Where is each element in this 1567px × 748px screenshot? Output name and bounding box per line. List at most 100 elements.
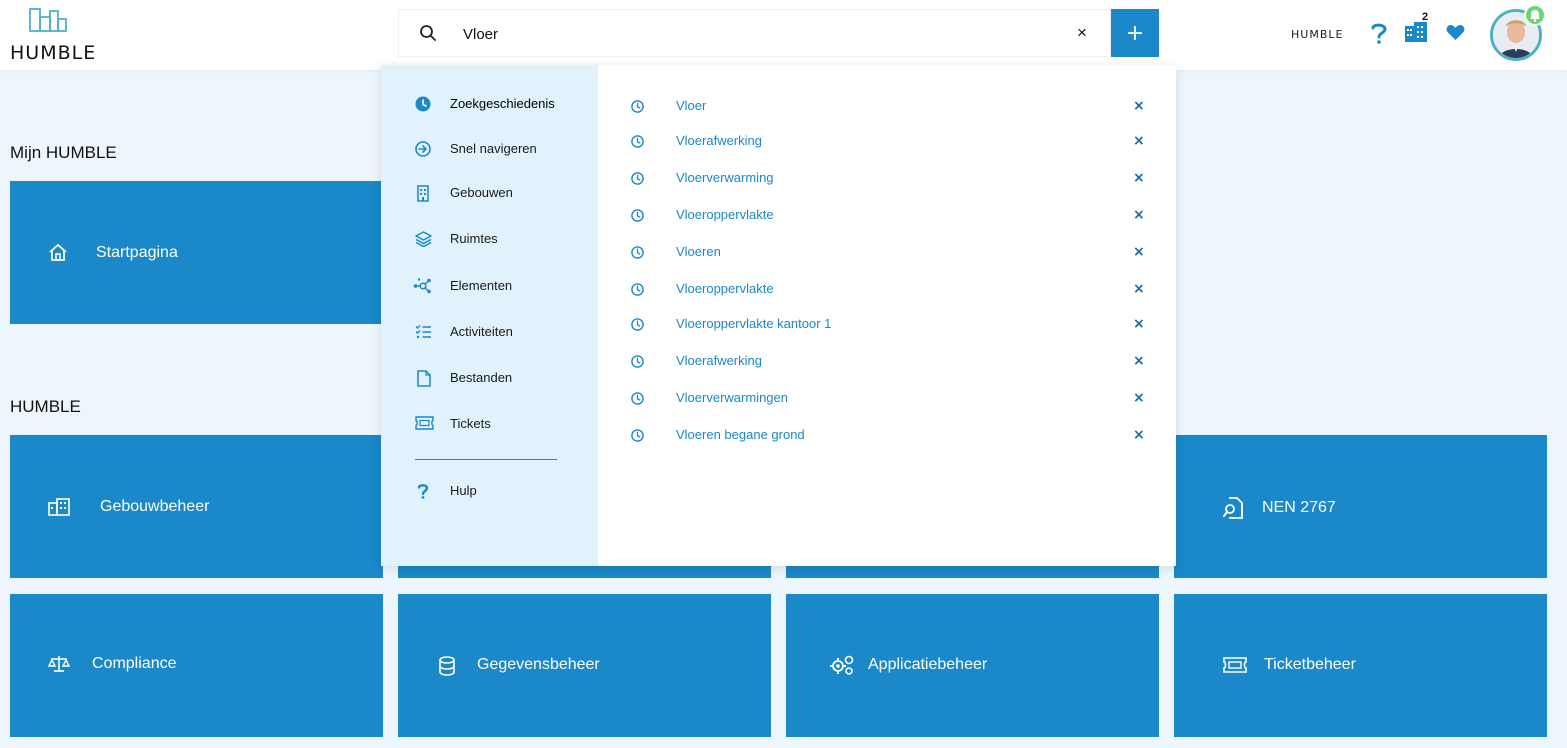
history-item: Vloeroppervlakte × xyxy=(631,279,1151,301)
category-label: Zoekgeschiedenis xyxy=(450,96,555,111)
category-label: Activiteiten xyxy=(450,324,513,339)
category-bestanden[interactable]: Bestanden xyxy=(415,367,585,391)
buildings-count-badge: 2 xyxy=(1422,11,1429,23)
clock-icon xyxy=(631,100,644,113)
history-item-label[interactable]: Vloerafwerking xyxy=(676,133,762,148)
scales-icon xyxy=(48,656,70,672)
question-icon xyxy=(417,484,429,499)
category-label: Gebouwen xyxy=(450,185,513,200)
history-item-label[interactable]: Vloer xyxy=(676,98,706,113)
category-activiteiten[interactable]: Activiteiten xyxy=(415,321,585,345)
category-label: Bestanden xyxy=(450,370,513,385)
remove-history-icon[interactable]: × xyxy=(1133,207,1145,223)
remove-history-icon[interactable]: × xyxy=(1133,353,1145,369)
search-category-panel: Zoekgeschiedenis Snel navigeren Gebouwen xyxy=(381,65,598,566)
category-hulp[interactable]: Hulp xyxy=(415,480,585,504)
tile-label: Compliance xyxy=(92,655,177,672)
gears-icon xyxy=(830,655,854,675)
category-label: Tickets xyxy=(450,416,491,431)
history-item-label[interactable]: Vloeroppervlakte xyxy=(676,207,774,222)
category-label: Ruimtes xyxy=(450,231,498,246)
search-bar: × xyxy=(398,9,1111,57)
history-item-label[interactable]: Vloeroppervlakte xyxy=(676,281,774,296)
category-gebouwen[interactable]: Gebouwen xyxy=(415,182,585,206)
remove-history-icon[interactable]: × xyxy=(1133,133,1145,149)
history-item-label[interactable]: Vloeren xyxy=(676,244,721,259)
clear-search-icon[interactable]: × xyxy=(1074,24,1090,42)
tile-ticketbeheer[interactable]: Ticketbeheer xyxy=(1174,594,1547,737)
tile-gebouwbeheer[interactable]: Gebouwbeheer xyxy=(10,435,383,578)
ticket-icon xyxy=(1223,657,1247,673)
layers-icon xyxy=(415,231,432,247)
history-item: Vloeroppervlakte × xyxy=(631,205,1151,227)
history-item-label[interactable]: Vloerafwerking xyxy=(676,353,762,368)
heart-icon[interactable] xyxy=(1446,24,1465,41)
remove-history-icon[interactable]: × xyxy=(1133,316,1145,332)
remove-history-icon[interactable]: × xyxy=(1133,427,1145,443)
history-item: Vloerafwerking × xyxy=(631,351,1151,373)
tile-label: Startpagina xyxy=(96,244,178,261)
buildings-icon xyxy=(48,498,70,516)
tile-compliance[interactable]: Compliance xyxy=(10,594,383,737)
notification-bell-icon[interactable] xyxy=(1524,4,1546,26)
category-divider xyxy=(415,459,557,460)
clock-icon xyxy=(631,392,644,405)
tile-label: Ticketbeheer xyxy=(1264,656,1356,673)
search-input[interactable] xyxy=(463,22,1043,46)
history-item-label[interactable]: Vloeren begane grond xyxy=(676,427,805,442)
logo-text: HUMBLE xyxy=(10,42,97,64)
tile-gegevensbeheer[interactable]: Gegevensbeheer xyxy=(398,594,771,737)
home-icon xyxy=(49,243,67,261)
remove-history-icon[interactable]: × xyxy=(1133,170,1145,186)
building-icon xyxy=(417,185,429,202)
tile-nen-2767[interactable]: NEN 2767 xyxy=(1174,435,1547,578)
history-item-label[interactable]: Vloeroppervlakte kantoor 1 xyxy=(676,316,831,331)
history-item: Vloeren × xyxy=(631,242,1151,264)
humble-logo[interactable]: HUMBLE xyxy=(10,7,95,64)
tile-label: NEN 2767 xyxy=(1262,499,1336,516)
ticket-icon xyxy=(415,416,434,430)
history-item: Vloeroppervlakte kantoor 1 × xyxy=(631,314,1151,336)
remove-history-icon[interactable]: × xyxy=(1133,244,1145,260)
checklist-icon xyxy=(415,325,431,339)
tile-label: Gebouwbeheer xyxy=(100,498,210,515)
category-label: Elementen xyxy=(450,278,513,293)
clock-icon xyxy=(631,283,644,296)
clock-icon xyxy=(631,209,644,222)
history-item: Vloerverwarmingen × xyxy=(631,388,1151,410)
clock-icon xyxy=(631,318,644,331)
city-logo-icon xyxy=(29,8,67,32)
history-item: Vloerafwerking × xyxy=(631,131,1151,153)
tile-startpagina[interactable]: Startpagina xyxy=(10,181,382,324)
remove-history-icon[interactable]: × xyxy=(1133,281,1145,297)
bell-glyph-icon xyxy=(1530,10,1540,22)
clock-icon xyxy=(631,429,644,442)
search-dropdown: Zoekgeschiedenis Snel navigeren Gebouwen xyxy=(381,65,1176,566)
buildings-icon[interactable] xyxy=(1404,22,1428,42)
clock-icon xyxy=(631,355,644,368)
history-item-label[interactable]: Vloerverwarmingen xyxy=(676,390,788,405)
inspection-document-icon xyxy=(1223,497,1243,519)
tile-label: Applicatiebeheer xyxy=(868,656,988,673)
database-icon xyxy=(439,656,455,676)
category-ruimtes[interactable]: Ruimtes xyxy=(415,228,585,252)
help-icon[interactable] xyxy=(1370,22,1388,44)
history-item: Vloerverwarming × xyxy=(631,168,1151,190)
clock-icon xyxy=(415,96,431,112)
remove-history-icon[interactable]: × xyxy=(1133,390,1145,406)
category-elementen[interactable]: Elementen xyxy=(413,275,585,299)
arrow-circle-icon xyxy=(415,141,431,157)
category-snel-navigeren[interactable]: Snel navigeren xyxy=(415,138,585,162)
clock-icon xyxy=(631,246,644,259)
top-bar: HUMBLE × + HUMBLE 2 xyxy=(0,0,1567,70)
add-button[interactable]: + xyxy=(1111,9,1159,57)
nodes-icon xyxy=(413,278,431,294)
remove-history-icon[interactable]: × xyxy=(1133,98,1145,114)
history-item: Vloeren begane grond × xyxy=(631,425,1151,447)
tile-label: Gegevensbeheer xyxy=(477,656,600,673)
category-zoekgeschiedenis[interactable]: Zoekgeschiedenis xyxy=(415,93,585,117)
organization-label[interactable]: HUMBLE xyxy=(1291,28,1343,41)
history-item-label[interactable]: Vloerverwarming xyxy=(676,170,774,185)
tile-applicatiebeheer[interactable]: Applicatiebeheer xyxy=(786,594,1159,737)
category-tickets[interactable]: Tickets xyxy=(415,413,585,437)
